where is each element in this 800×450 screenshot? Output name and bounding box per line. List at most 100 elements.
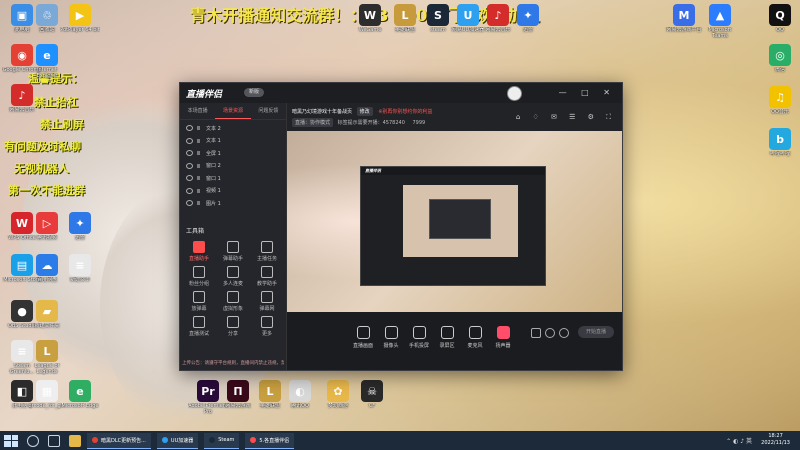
source-item[interactable]: 视频 1 (180, 185, 286, 198)
eye-icon[interactable] (186, 162, 193, 169)
toolbox-item[interactable]: 弹幕助手 (216, 240, 250, 262)
desktop-icon[interactable]: ◎ 微信 (760, 44, 800, 79)
bottom-toolbar: 直播画面 摄像头 手机投屏 录屏区 麦克风 扬声器 开始直播 (287, 312, 622, 370)
desktop-icon-label: CF (368, 403, 376, 409)
desktop-icon[interactable]: ◐ 腾讯QQ (280, 380, 320, 415)
search-icon[interactable] (27, 434, 39, 447)
toolbar-icons[interactable]: ⌂ ♢ ✉ ☰ ⚙ ⛶ (516, 113, 616, 122)
source-item[interactable]: 全屏 1 (180, 147, 286, 160)
lock-icon[interactable] (197, 151, 200, 156)
toolbox-title: 工具箱 (186, 227, 205, 235)
source-item[interactable]: 文本 2 (180, 122, 286, 135)
taskbar-app[interactable]: 5.各直播伴侣 (245, 432, 295, 449)
lock-icon[interactable] (197, 176, 200, 181)
lock-icon[interactable] (197, 138, 200, 143)
camera-button[interactable]: 摄像头 (377, 326, 405, 349)
eye-icon[interactable] (186, 187, 193, 194)
eye-icon[interactable] (545, 328, 555, 338)
toolbox-item[interactable]: 主播任务 (250, 240, 284, 262)
app-icon: ▦ (36, 380, 58, 402)
toolbox-item[interactable]: 多人连麦 (216, 265, 250, 287)
room-title[interactable]: 暗黑乃幻境游戏十年备战页 (292, 109, 352, 115)
tab-live[interactable]: 本场直播 (180, 103, 215, 119)
desktop-icon[interactable]: M 网易云游戏平台 (664, 4, 704, 39)
lock-icon[interactable] (197, 163, 200, 168)
source-item[interactable]: 图片 1 (180, 197, 286, 210)
avatar[interactable] (507, 86, 522, 101)
mode-chip[interactable]: 直播：协作模式 (292, 118, 334, 127)
windows-start-icon[interactable] (4, 434, 18, 447)
toolbox-item[interactable]: 教学助手 (250, 265, 284, 287)
speaker-button[interactable]: 扬声器 (489, 326, 517, 349)
source-label: 窗口 2 (206, 163, 221, 170)
app-icon: ◎ (769, 44, 791, 66)
window-titlebar[interactable]: 直播伴侣 新版 — □ ✕ (180, 83, 622, 103)
record-area-button[interactable]: 录屏区 (433, 326, 461, 349)
source-item[interactable]: 窗口 2 (180, 160, 286, 173)
tray-icons[interactable]: ⌃ ◐ ♪ 英 (726, 436, 752, 445)
tab-feedback[interactable]: 问题反馈 (251, 103, 286, 119)
desktop-icon[interactable]: W WeGame (350, 4, 390, 39)
app-icon: M (673, 4, 695, 26)
app-icon: ▷ (36, 212, 58, 234)
window-controls[interactable]: — □ ✕ (559, 88, 616, 97)
clock[interactable]: 18:27 2022/11/13 (761, 433, 790, 447)
eye-icon[interactable] (186, 150, 193, 157)
task-view-icon[interactable] (48, 434, 60, 447)
desktop-icon[interactable]: ♪ 网易云音乐 (2, 84, 42, 119)
toolbox-item[interactable]: 弹幕网 (250, 290, 284, 312)
desktop-icon-label: QQ (776, 27, 784, 33)
toolbox-item[interactable]: 放弹幕 (182, 290, 216, 312)
source-item[interactable]: 文本 1 (180, 135, 286, 148)
desktop-icon[interactable]: ≡ 新建文本 (60, 254, 100, 289)
desktop-icon[interactable]: ✦ 迅雷 (508, 4, 548, 39)
desktop-icon[interactable]: ☠ CF (352, 380, 392, 415)
desktop-icon[interactable]: e Microsoft Edge (60, 380, 100, 415)
toolbox-item[interactable]: 虚拟形象 (216, 290, 250, 312)
room-info-line: 直播：协作模式 标签提示需要开播：4578240 7999 (292, 118, 425, 127)
desktop-icon[interactable]: L League of Legends (27, 340, 67, 375)
version-badge[interactable]: 新版 (244, 88, 264, 97)
eye-icon[interactable] (186, 125, 193, 132)
taskbar-app[interactable]: Steam (204, 432, 240, 449)
desktop-icon[interactable]: ♫ QQ音乐 (760, 86, 800, 121)
toolbox-item[interactable]: 直播助手 (182, 240, 216, 262)
desktop-icon[interactable]: ✦ 迅雷 (60, 212, 100, 247)
tab-scene-resources[interactable]: 场景资源 (215, 103, 251, 119)
toolbox-item[interactable]: 粉丝分组 (182, 265, 216, 287)
desktop-icon[interactable]: ▶ PotPlayer 64 bit (60, 4, 100, 39)
desktop-icon-label: 新建文本 (69, 277, 90, 283)
scene-button[interactable]: 直播画面 (349, 326, 377, 349)
toolbox-item[interactable]: 直播测试 (182, 315, 216, 337)
record-icon[interactable] (531, 328, 541, 338)
lock-icon[interactable] (197, 201, 200, 206)
button-label: 摄像头 (383, 343, 399, 349)
source-item[interactable]: 窗口 1 (180, 172, 286, 185)
microphone-button[interactable]: 麦克风 (461, 326, 489, 349)
desktop-icon[interactable]: e Internet Explorer (27, 44, 67, 79)
app-icon: ✿ (327, 380, 349, 402)
lock-icon[interactable] (197, 126, 200, 131)
eye-icon[interactable] (186, 137, 193, 144)
toolbox-item[interactable]: 更多 (250, 315, 284, 337)
lock-icon[interactable] (197, 188, 200, 193)
app-icon: ♪ (11, 84, 33, 106)
toolbox-item[interactable]: 分享 (216, 315, 250, 337)
taskbar-app[interactable]: 暗黑DLC更新预告... (87, 432, 151, 449)
gear-icon[interactable] (559, 328, 569, 338)
phone-cast-button[interactable]: 手机投屏 (405, 326, 433, 349)
app-icon: e (69, 380, 91, 402)
eye-icon[interactable] (186, 200, 193, 207)
start-live-button[interactable]: 开始直播 (578, 326, 614, 338)
file-explorer-icon[interactable] (69, 434, 81, 447)
desktop-icon[interactable]: ▲ Microsoft Teams (700, 4, 740, 39)
desktop-icon[interactable]: Q QQ (760, 4, 800, 39)
desktop-icon[interactable]: b 哔哩哔哩 (760, 128, 800, 163)
live-companion-window[interactable]: 直播伴侣 新版 — □ ✕ 本场直播 场景资源 问题反馈 文本 2 文本 1 全屏 … (179, 82, 623, 371)
app-icon: ▰ (36, 300, 58, 322)
edit-title-button[interactable]: 修改 (356, 107, 373, 116)
desktop-icon[interactable]: ▰ 新建文件夹 (27, 300, 67, 335)
eye-icon[interactable] (186, 175, 193, 182)
taskbar-app[interactable]: UU加速器 (156, 432, 199, 449)
main-area: 暗黑乃幻境游戏十年备战页 修改 ※别再你别想约你的利益 直播：协作模式 标签提示… (287, 103, 622, 370)
